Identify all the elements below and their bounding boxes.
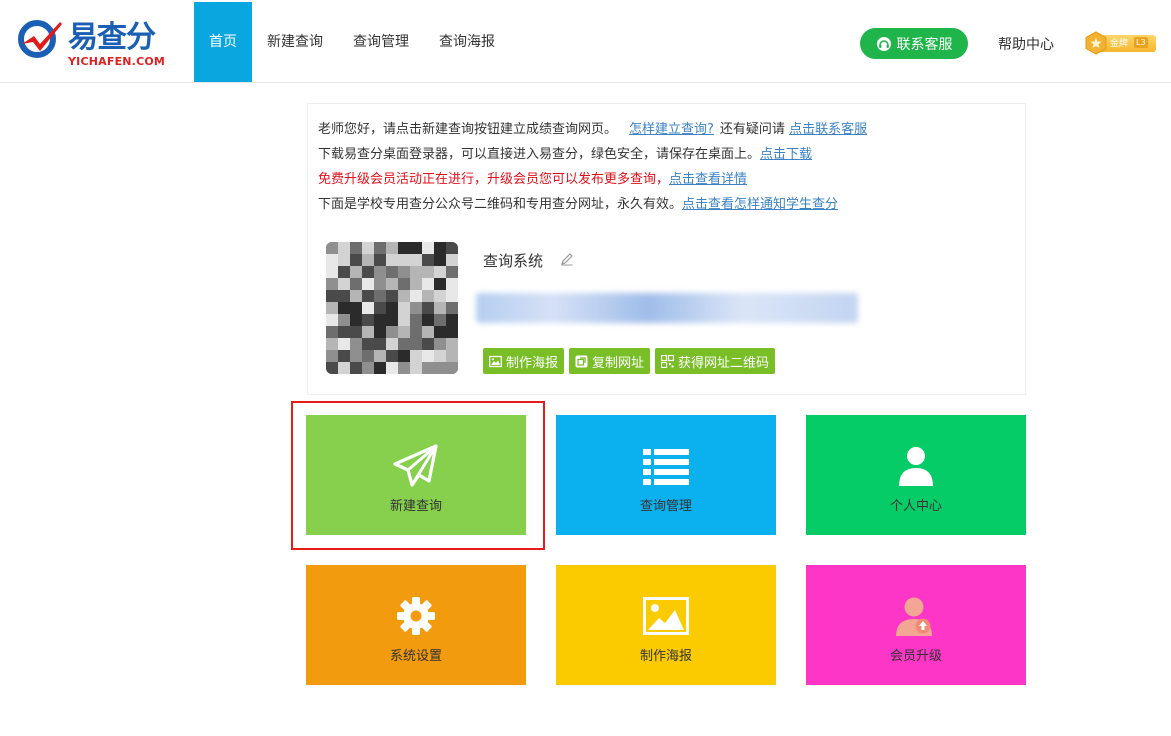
medal-icon [1085, 31, 1107, 55]
notice-line-3-text: 免费升级会员活动正在进行，升级会员您可以发布更多查询， [318, 172, 670, 187]
user-icon [899, 447, 933, 486]
notice-line-1: 老师您好，请点击新建查询按钮建立成绩查询网页。 怎样建立查询? 还有疑问请 点击联系… [318, 117, 867, 142]
tile-new-query[interactable]: 新建查询 [306, 415, 526, 535]
tile-system-settings[interactable]: 系统设置 [306, 565, 526, 685]
nav-new-query[interactable]: 新建查询 [252, 2, 338, 82]
help-center-link[interactable]: 帮助中心 [998, 34, 1054, 54]
logo-text: 易查分 [68, 20, 156, 55]
tile-member-upgrade-label: 会员升级 [889, 649, 942, 664]
top-header: 易查分 YICHAFEN.COM 首页 新建查询 查询管理 查询海报 联系客服 … [0, 0, 1171, 83]
nav-query-poster[interactable]: 查询海报 [424, 2, 510, 82]
copy-url-button[interactable]: 复制网址 [569, 348, 651, 374]
notice-line-2: 下载易查分桌面登录器，可以直接进入易查分，绿色安全，请保存在桌面上。点击下载 [318, 142, 867, 167]
logo[interactable]: 易查分 YICHAFEN.COM [18, 18, 168, 68]
qr-code-image [326, 242, 458, 374]
logo-icon [18, 20, 62, 58]
info-panel: 老师您好，请点击新建查询按钮建立成绩查询网页。 怎样建立查询? 还有疑问请 点击联系… [307, 103, 1026, 395]
get-qr-button[interactable]: 获得网址二维码 [655, 348, 776, 374]
badge-level: L3 [1134, 37, 1148, 48]
query-actions: 制作海报 复制网址 获得网址二维码 [483, 348, 776, 374]
copy-icon [575, 355, 588, 367]
query-url-blurred [476, 293, 858, 323]
headset-icon [876, 36, 891, 51]
tile-query-manage[interactable]: 查询管理 [556, 415, 776, 535]
nav-home[interactable]: 首页 [194, 2, 252, 82]
tile-system-settings-label: 系统设置 [389, 649, 442, 664]
tile-member-upgrade[interactable]: 会员升级 [806, 565, 1026, 685]
notice-line-4: 下面是学校专用查分公众号二维码和专用查分网址，永久有效。点击查看怎样通知学生查分 [318, 192, 867, 217]
make-poster-label: 制作海报 [506, 355, 559, 371]
notice-line-1-mid: 还有疑问请 [719, 122, 785, 137]
edit-pencil-icon[interactable] [560, 252, 574, 266]
contact-service-label: 联系客服 [896, 36, 953, 53]
download-link[interactable]: 点击下载 [760, 147, 812, 162]
notice-line-4-text: 下面是学校专用查分公众号二维码和专用查分网址，永久有效。 [318, 197, 683, 212]
badge-label: 金牌 [1110, 39, 1129, 49]
main-nav: 首页 新建查询 查询管理 查询海报 [194, 2, 510, 82]
list-icon [643, 449, 689, 485]
tile-query-manage-label: 查询管理 [639, 499, 692, 514]
make-poster-button[interactable]: 制作海报 [483, 348, 565, 374]
gear-icon [397, 597, 435, 635]
tile-new-query-label: 新建查询 [389, 499, 442, 514]
gold-member-badge[interactable]: 金牌 L3 [1084, 31, 1156, 55]
image-icon [643, 597, 689, 635]
contact-service-button[interactable]: 联系客服 [860, 28, 968, 59]
qr-code-pixels [326, 242, 458, 374]
logo-subtext: YICHAFEN.COM [68, 55, 166, 68]
query-system-title: 查询系统 [483, 252, 544, 270]
tile-personal-center-label: 个人中心 [889, 499, 942, 514]
notice-lines: 老师您好，请点击新建查询按钮建立成绩查询网页。 怎样建立查询? 还有疑问请 点击联系… [318, 117, 867, 217]
get-qr-label: 获得网址二维码 [678, 355, 770, 371]
notify-students-link[interactable]: 点击查看怎样通知学生查分 [682, 197, 838, 212]
nav-query-manage[interactable]: 查询管理 [338, 2, 424, 82]
tile-make-poster[interactable]: 制作海报 [556, 565, 776, 685]
image-icon [489, 355, 502, 367]
contact-service-link[interactable]: 点击联系客服 [789, 122, 867, 137]
paper-plane-icon [393, 444, 438, 487]
notice-line-1-text: 老师您好，请点击新建查询按钮建立成绩查询网页。 [318, 122, 618, 137]
notice-line-3: 免费升级会员活动正在进行，升级会员您可以发布更多查询，点击查看详情 [318, 167, 867, 192]
tile-personal-center[interactable]: 个人中心 [806, 415, 1026, 535]
view-details-link[interactable]: 点击查看详情 [669, 172, 747, 187]
how-to-create-link[interactable]: 怎样建立查询? [629, 122, 714, 137]
notice-line-2-text: 下载易查分桌面登录器，可以直接进入易查分，绿色安全，请保存在桌面上。 [318, 147, 761, 162]
copy-url-label: 复制网址 [592, 355, 645, 371]
qr-code-icon [661, 354, 675, 368]
user-upgrade-icon [896, 597, 932, 636]
tile-make-poster-label: 制作海报 [639, 649, 692, 664]
